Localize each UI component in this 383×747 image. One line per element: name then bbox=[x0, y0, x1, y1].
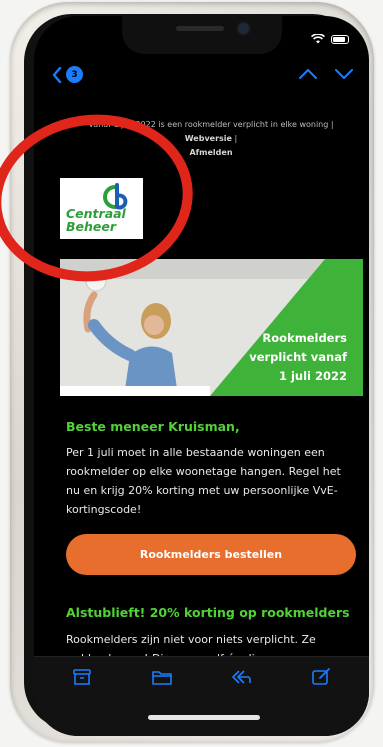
discount-heading: Alstublieft! 20% korting op rookmelders bbox=[66, 605, 350, 620]
banner-line1: Rookmelders bbox=[262, 331, 347, 345]
centraal-beheer-logo: Centraal Beheer bbox=[60, 178, 143, 239]
chevron-down-icon[interactable] bbox=[335, 68, 353, 80]
email-body: Vanaf 1 juli 2022 is een rookmelder verp… bbox=[34, 94, 369, 674]
preheader: Vanaf 1 juli 2022 is een rookmelder verp… bbox=[66, 118, 356, 160]
unsubscribe-link[interactable]: Afmelden bbox=[189, 148, 232, 157]
logo-mark-icon bbox=[103, 183, 128, 210]
greeting-heading: Beste meneer Kruisman, bbox=[66, 419, 240, 434]
back-button[interactable]: 3 bbox=[52, 66, 83, 83]
intro-paragraph: Per 1 juli moet in alle bestaande woning… bbox=[66, 446, 341, 516]
preheader-separator: | bbox=[234, 134, 238, 143]
battery-icon bbox=[331, 34, 349, 44]
unread-count-badge: 3 bbox=[66, 66, 83, 83]
status-bar bbox=[311, 34, 349, 44]
folder-icon[interactable] bbox=[151, 667, 173, 687]
home-indicator[interactable] bbox=[148, 715, 260, 720]
mail-toolbar bbox=[34, 656, 369, 736]
chevron-up-icon[interactable] bbox=[299, 68, 317, 80]
web-version-link[interactable]: Webversie bbox=[185, 134, 232, 143]
chevron-left-icon bbox=[52, 66, 62, 83]
banner-line2: verplicht vanaf bbox=[249, 350, 347, 364]
banner-line3: 1 juli 2022 bbox=[278, 369, 347, 383]
mail-nav-bar: 3 bbox=[34, 56, 369, 94]
wifi-icon bbox=[311, 34, 325, 44]
notch bbox=[122, 16, 282, 54]
reply-icon[interactable] bbox=[230, 667, 252, 687]
hero-banner[interactable]: Rookmelders verplicht vanaf 1 juli 2022 bbox=[60, 259, 363, 396]
preheader-text: Vanaf 1 juli 2022 is een rookmelder verp… bbox=[88, 120, 334, 129]
order-smoke-detectors-button[interactable]: Rookmelders bestellen bbox=[66, 534, 356, 575]
compose-icon[interactable] bbox=[310, 667, 332, 687]
speaker bbox=[176, 26, 224, 31]
logo-text-line2: Beheer bbox=[66, 219, 117, 234]
front-camera bbox=[238, 23, 249, 34]
archive-icon[interactable] bbox=[71, 667, 93, 687]
banner-headline: Rookmelders verplicht vanaf 1 juli 2022 bbox=[227, 329, 347, 386]
phone-screen: 3 Vanaf 1 juli 2022 is een rookmelder ve… bbox=[34, 16, 369, 736]
